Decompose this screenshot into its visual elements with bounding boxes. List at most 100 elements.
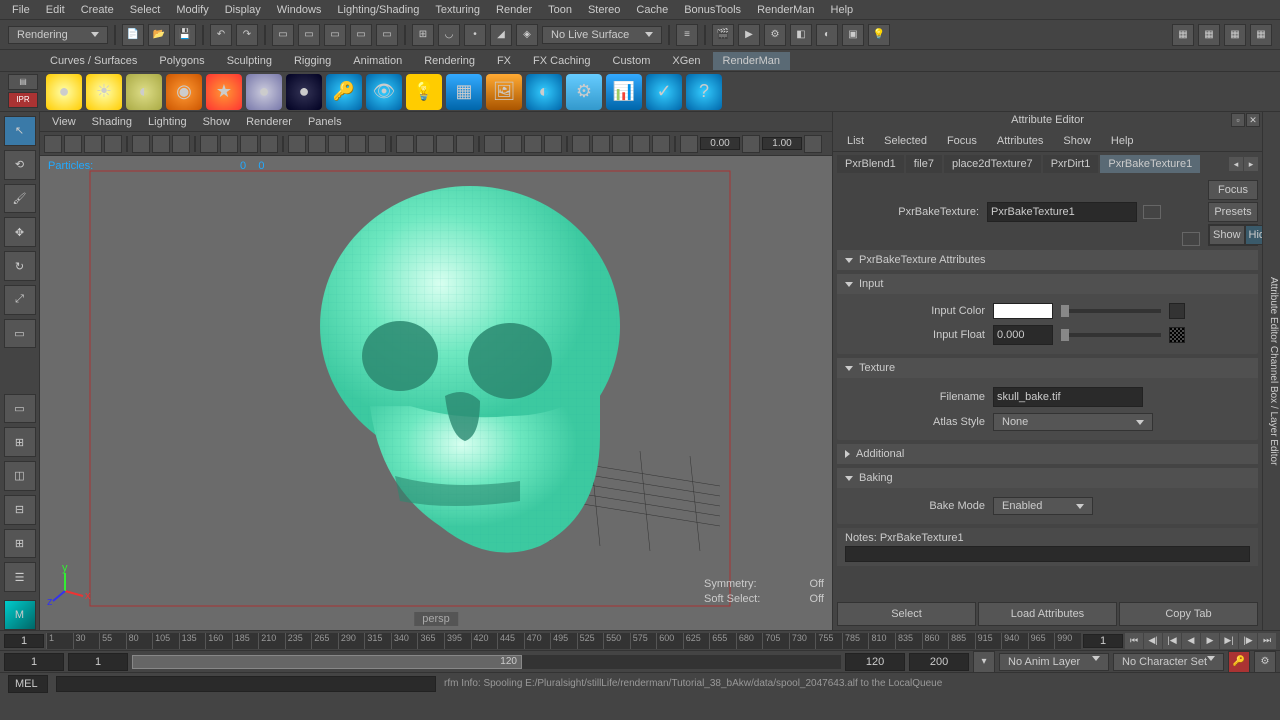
vp-exposure-input[interactable]: [700, 137, 740, 150]
save-scene-button[interactable]: 💾: [174, 24, 196, 46]
vp-xray[interactable]: [416, 135, 434, 153]
attr-tab-place2d[interactable]: place2dTexture7: [944, 155, 1041, 173]
shelf-help[interactable]: ?: [686, 74, 722, 110]
vp-tool[interactable]: [484, 135, 502, 153]
shelf-options[interactable]: ▤IPR: [8, 74, 38, 110]
snap-live-button[interactable]: ◈: [516, 24, 538, 46]
menu-select[interactable]: Select: [122, 4, 169, 16]
attr-menu-selected[interactable]: Selected: [874, 135, 937, 147]
attr-menu-list[interactable]: List: [837, 135, 874, 147]
input-float-field[interactable]: [993, 325, 1053, 345]
vp-2d-pan[interactable]: [132, 135, 150, 153]
vp-xray-active[interactable]: [456, 135, 474, 153]
shelf-sphere[interactable]: ●: [246, 74, 282, 110]
snap-plane-button[interactable]: ◢: [490, 24, 512, 46]
vp-exposure-icon[interactable]: [680, 135, 698, 153]
vp-gate-mask[interactable]: [260, 135, 278, 153]
presets-button[interactable]: Presets: [1208, 202, 1258, 222]
section-header-texture[interactable]: Texture: [837, 358, 1258, 378]
input-float-map-button[interactable]: [1169, 327, 1185, 343]
vp-bookmark[interactable]: [84, 135, 102, 153]
move-tool[interactable]: ✥: [4, 217, 36, 247]
character-set-dropdown[interactable]: No Character Set: [1113, 653, 1224, 671]
vp-tool[interactable]: [652, 135, 670, 153]
scale-tool[interactable]: ⤢: [4, 285, 36, 315]
vp-select-camera[interactable]: [44, 135, 62, 153]
menu-edit[interactable]: Edit: [38, 4, 73, 16]
range-start-input[interactable]: [68, 653, 128, 671]
section-header-attributes[interactable]: PxrBakeTexture Attributes: [837, 250, 1258, 270]
input-color-swatch[interactable]: [993, 303, 1053, 319]
vp-isolate[interactable]: [396, 135, 414, 153]
construction-history-button[interactable]: ≡: [676, 24, 698, 46]
vp-shaded[interactable]: [308, 135, 326, 153]
paint-tool[interactable]: 🖌: [4, 184, 36, 214]
anim-layer-dropdown[interactable]: No Anim Layer: [999, 653, 1109, 671]
shelf-light-env[interactable]: ◉: [166, 74, 202, 110]
timeline-start-input[interactable]: [4, 634, 44, 648]
lasso-tool[interactable]: ⟲: [4, 150, 36, 180]
snap-curve-button[interactable]: ◡: [438, 24, 460, 46]
vp-tool[interactable]: [172, 135, 190, 153]
vp-tool[interactable]: [572, 135, 590, 153]
live-surface-dropdown[interactable]: No Live Surface: [542, 26, 662, 44]
vp-tool[interactable]: [632, 135, 650, 153]
shelf-key[interactable]: 🔑: [326, 74, 362, 110]
select-button[interactable]: Select: [837, 602, 976, 626]
copy-tab-button[interactable]: Copy Tab: [1119, 602, 1258, 626]
menu-display[interactable]: Display: [217, 4, 269, 16]
range-thumb[interactable]: 120: [132, 655, 522, 669]
vp-image-plane[interactable]: [104, 135, 122, 153]
shelf-tab-fx[interactable]: FX: [487, 52, 521, 70]
timeline-current-input[interactable]: [1083, 634, 1123, 648]
output-connection-icon[interactable]: [1182, 232, 1200, 246]
menu-windows[interactable]: Windows: [269, 4, 330, 16]
shelf-tab-custom[interactable]: Custom: [603, 52, 661, 70]
shelf-check[interactable]: ✓: [646, 74, 682, 110]
menu-cache[interactable]: Cache: [628, 4, 676, 16]
attr-tab-file7[interactable]: file7: [906, 155, 942, 173]
notes-input[interactable]: [845, 546, 1250, 562]
vp-gamma-input[interactable]: [762, 137, 802, 150]
go-start-button[interactable]: ⏮: [1125, 633, 1143, 649]
command-input[interactable]: [56, 676, 436, 692]
play-back-button[interactable]: ◀: [1182, 633, 1200, 649]
shelf-light-directional[interactable]: ☀: [86, 74, 122, 110]
menu-texturing[interactable]: Texturing: [427, 4, 488, 16]
step-forward-key-button[interactable]: |▶: [1239, 633, 1257, 649]
shelf-tab-sculpting[interactable]: Sculpting: [217, 52, 282, 70]
shelf-light-star[interactable]: ★: [206, 74, 242, 110]
prefs-button[interactable]: ⚙: [1254, 651, 1276, 673]
vp-menu-panels[interactable]: Panels: [300, 116, 350, 128]
vp-film-gate[interactable]: [220, 135, 238, 153]
rotate-tool[interactable]: ↻: [4, 251, 36, 281]
vp-gamma-icon[interactable]: [742, 135, 760, 153]
go-end-button[interactable]: ⏭: [1258, 633, 1276, 649]
layout-two-stack[interactable]: ⊟: [4, 495, 36, 525]
toggle-animation-button[interactable]: ▦: [1198, 24, 1220, 46]
vp-xray-joints[interactable]: [436, 135, 454, 153]
vp-tool[interactable]: [612, 135, 630, 153]
menu-bonustools[interactable]: BonusTools: [676, 4, 749, 16]
section-header-input[interactable]: Input: [837, 274, 1258, 294]
autokey-button[interactable]: 🔑: [1228, 651, 1250, 673]
select-mask-button[interactable]: ▭: [350, 24, 372, 46]
render-globals-button[interactable]: ◧: [790, 24, 812, 46]
shelf-eye[interactable]: 👁: [366, 74, 402, 110]
range-end-input[interactable]: [845, 653, 905, 671]
menu-stereo[interactable]: Stereo: [580, 4, 628, 16]
new-scene-button[interactable]: 📄: [122, 24, 144, 46]
menu-render[interactable]: Render: [488, 4, 540, 16]
mel-label[interactable]: MEL: [8, 675, 48, 693]
play-forward-button[interactable]: ▶: [1201, 633, 1219, 649]
section-header-additional[interactable]: Additional: [837, 444, 1258, 464]
vp-resolution-gate[interactable]: [240, 135, 258, 153]
shelf-image[interactable]: 🖼: [486, 74, 522, 110]
vp-tool[interactable]: [504, 135, 522, 153]
node-name-input[interactable]: [987, 202, 1137, 222]
select-mask-button[interactable]: ▭: [272, 24, 294, 46]
layout-two-side[interactable]: ◫: [4, 461, 36, 491]
shelf-light-area[interactable]: ◐: [126, 74, 162, 110]
atlas-style-dropdown[interactable]: None: [993, 413, 1153, 431]
toggle-attr-button[interactable]: ▦: [1250, 24, 1272, 46]
